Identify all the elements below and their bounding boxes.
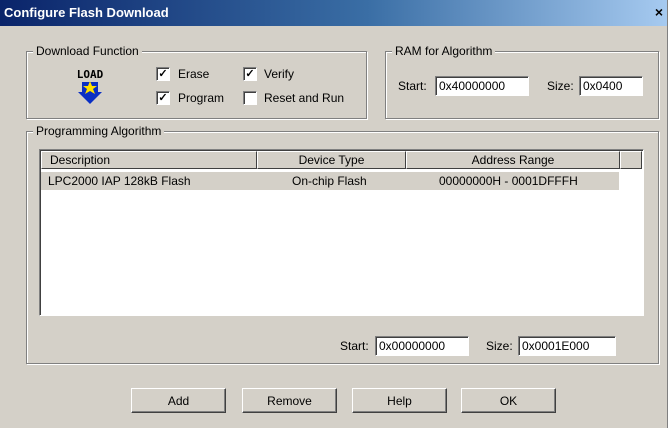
help-button[interactable]: Help (352, 388, 447, 413)
check-mark-icon: ✓ (245, 68, 255, 80)
algorithm-size-label: Size: (486, 339, 513, 353)
download-function-label: Download Function (33, 44, 142, 58)
reset-and-run-checkbox-label: Reset and Run (264, 91, 345, 105)
erase-checkbox-label: Erase (178, 67, 210, 81)
program-checkbox-label: Program (178, 91, 225, 105)
erase-checkbox[interactable]: ✓ (156, 67, 170, 81)
ram-start-label: Start: (398, 79, 427, 93)
column-header-blank (620, 151, 642, 169)
ram-for-algorithm-label: RAM for Algorithm (392, 44, 496, 58)
ram-size-label: Size: (547, 79, 574, 93)
ok-button[interactable]: OK (461, 388, 556, 413)
column-header-address-range[interactable]: Address Range (406, 151, 620, 169)
row-description: LPC2000 IAP 128kB Flash (48, 174, 191, 188)
programming-algorithm-label: Programming Algorithm (33, 124, 165, 138)
table-row[interactable]: LPC2000 IAP 128kB Flash On-chip Flash 00… (41, 172, 619, 190)
ram-start-input[interactable]: 0x40000000 (435, 76, 529, 96)
column-header-device-type-label: Device Type (298, 153, 365, 167)
load-icon: LOAD (77, 68, 104, 104)
algorithm-list[interactable]: Description Device Type Address Range LP… (39, 149, 644, 316)
reset-and-run-checkbox[interactable] (243, 91, 257, 105)
row-device-type: On-chip Flash (292, 174, 367, 188)
add-button[interactable]: Add (131, 388, 226, 413)
algorithm-start-label: Start: (340, 339, 369, 353)
column-header-device-type[interactable]: Device Type (257, 151, 406, 169)
configure-flash-download-dialog: Configure Flash Download × Download Func… (0, 0, 668, 428)
column-header-address-range-label: Address Range (471, 153, 555, 167)
check-mark-icon: ✓ (158, 68, 168, 80)
algorithm-start-input[interactable]: 0x00000000 (375, 336, 469, 356)
verify-checkbox-label: Verify (264, 67, 295, 81)
ram-size-input[interactable]: 0x0400 (579, 76, 643, 96)
column-header-description-label: Description (50, 153, 111, 167)
algorithm-size-input[interactable]: 0x0001E000 (518, 336, 616, 356)
check-mark-icon: ✓ (158, 92, 168, 104)
load-icon-text: LOAD (77, 68, 104, 81)
window-title: Configure Flash Download (4, 5, 169, 20)
close-icon[interactable]: × (651, 3, 667, 21)
column-header-description[interactable]: Description (41, 151, 257, 169)
title-bar: Configure Flash Download (0, 0, 667, 26)
verify-checkbox[interactable]: ✓ (243, 67, 257, 81)
program-checkbox[interactable]: ✓ (156, 91, 170, 105)
remove-button[interactable]: Remove (242, 388, 337, 413)
row-address-range: 00000000H - 0001DFFFH (439, 174, 578, 188)
